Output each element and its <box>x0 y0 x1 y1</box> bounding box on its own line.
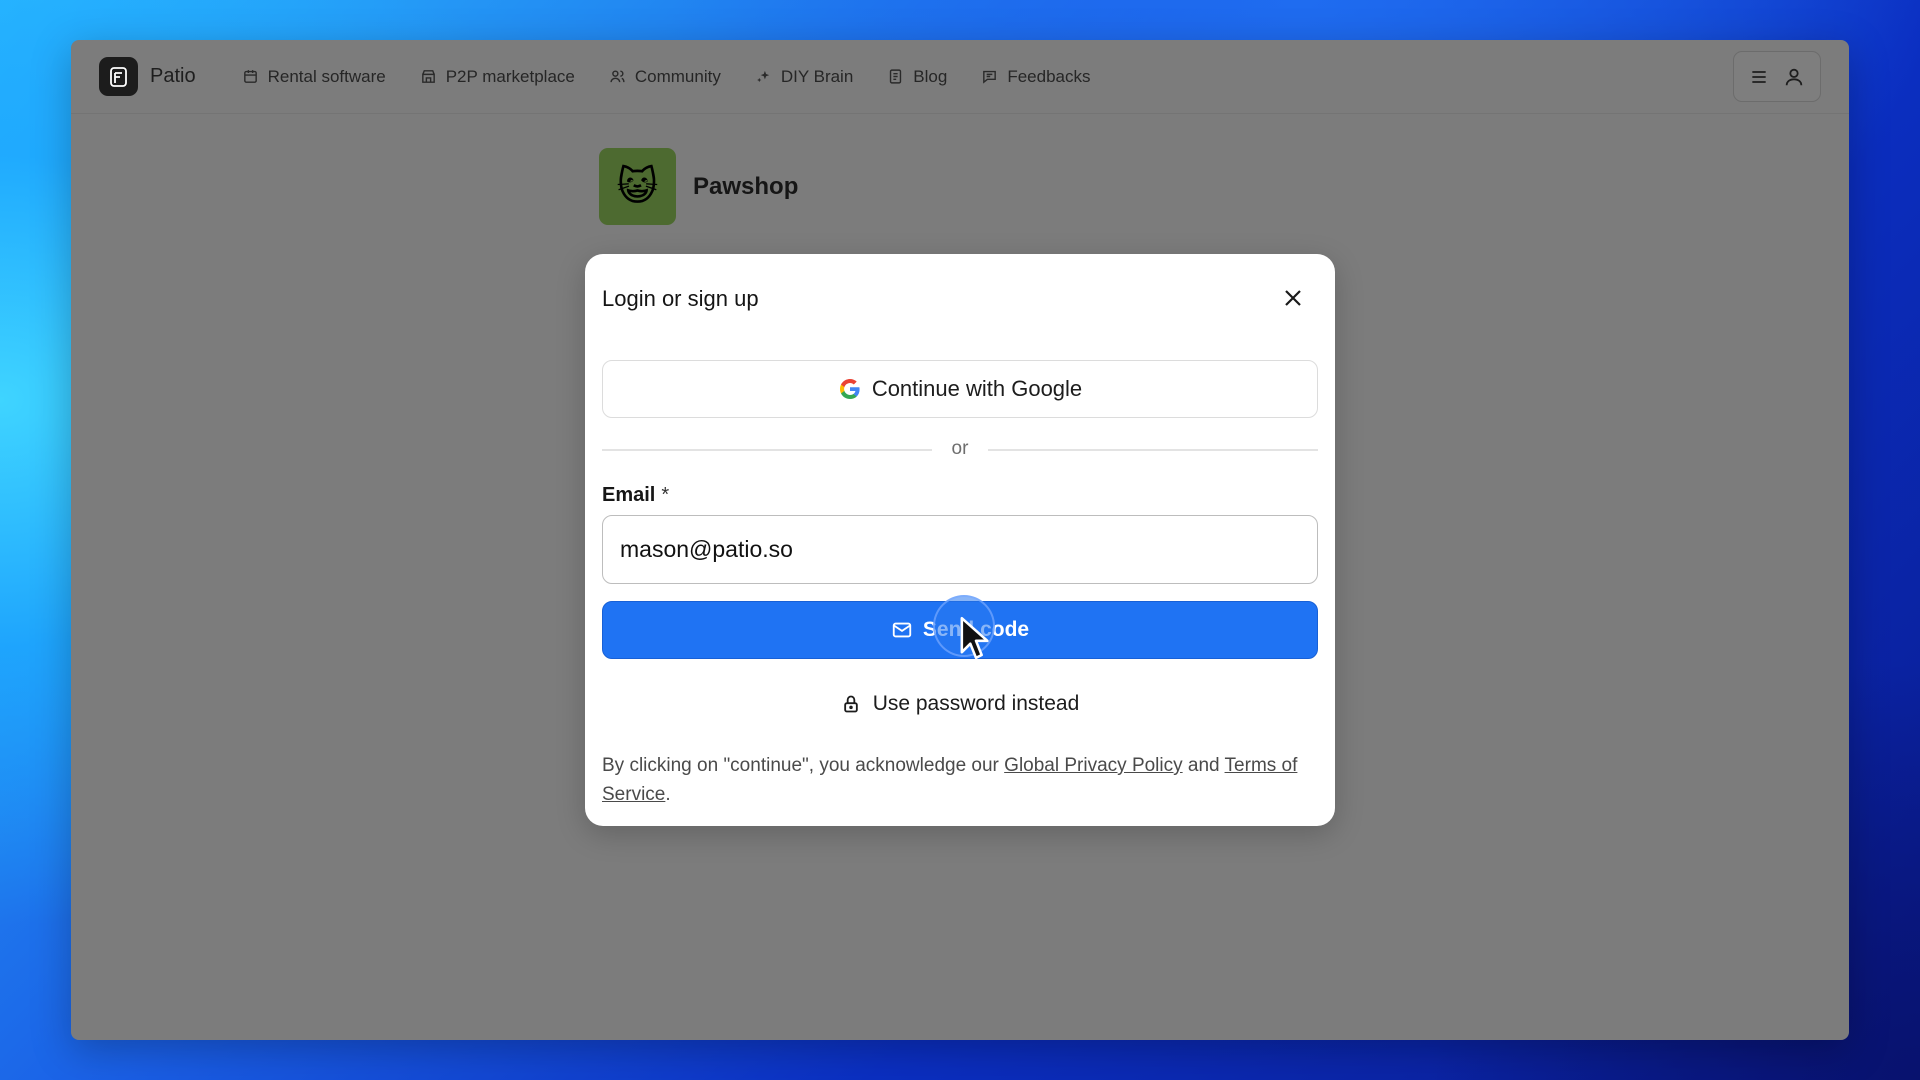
hamburger-icon <box>1752 70 1766 83</box>
document-icon <box>890 69 902 84</box>
close-icon[interactable] <box>1281 286 1305 310</box>
store-icon <box>421 70 435 83</box>
shop-header: 😺 Pawshop <box>599 148 798 225</box>
or-divider: or <box>602 438 1318 459</box>
patio-logo-icon <box>99 57 138 96</box>
privacy-policy-link[interactable]: Global Privacy Policy <box>1004 755 1182 776</box>
top-navigation-bar: Patio Rental software P2P marketplace Co… <box>71 40 1849 114</box>
modal-title: Login or sign up <box>602 286 759 311</box>
nav-item-label: Rental software <box>267 66 386 86</box>
nav-item-blog[interactable]: Blog <box>887 67 947 87</box>
account-menu-button[interactable] <box>1733 51 1821 102</box>
login-modal: Login or sign up Continue with Google or… <box>585 254 1335 826</box>
shop-name: Pawshop <box>693 172 799 200</box>
nav-item-p2p-marketplace[interactable]: P2P marketplace <box>420 67 575 87</box>
email-label: Email * <box>602 484 669 507</box>
nav-item-diy-brain[interactable]: DIY Brain <box>755 67 853 87</box>
google-button-label: Continue with Google <box>871 376 1083 401</box>
legal-suffix: . <box>665 784 671 805</box>
brand-name: Patio <box>150 65 196 87</box>
nav-item-rental-software[interactable]: Rental software <box>242 67 386 87</box>
nav-item-label: Blog <box>913 66 948 86</box>
nav-item-community[interactable]: Community <box>609 67 721 87</box>
sparkle-icon <box>756 70 770 83</box>
calendar-icon <box>243 70 257 83</box>
email-label-text: Email <box>602 484 656 506</box>
legal-prefix: By clicking on "continue", you acknowled… <box>602 755 1005 776</box>
nav-item-label: P2P marketplace <box>445 66 575 86</box>
legal-middle: and <box>1182 755 1225 776</box>
nav-item-label: Community <box>634 66 721 86</box>
legal-text: By clicking on "continue", you acknowled… <box>602 751 1318 809</box>
mouse-cursor-icon <box>960 616 989 660</box>
user-icon <box>1785 68 1803 85</box>
users-icon <box>610 70 625 83</box>
shop-avatar: 😺 <box>599 148 676 225</box>
mail-icon <box>892 622 912 638</box>
email-input[interactable] <box>602 515 1318 584</box>
continue-with-google-button[interactable]: Continue with Google <box>602 360 1318 418</box>
required-marker: * <box>661 484 670 506</box>
nav-item-feedbacks[interactable]: Feedbacks <box>981 66 1091 87</box>
main-nav: Rental software P2P marketplace Communit… <box>242 67 1091 87</box>
divider-line-right <box>988 449 1318 451</box>
message-icon <box>983 70 997 84</box>
lock-icon <box>843 695 858 713</box>
brand[interactable]: Patio <box>99 57 196 96</box>
use-password-label: Use password instead <box>872 692 1080 715</box>
nav-item-label: Feedbacks <box>1007 66 1091 86</box>
nav-item-label: DIY Brain <box>780 66 854 86</box>
google-icon <box>839 379 860 399</box>
use-password-link[interactable]: Use password instead <box>602 692 1318 716</box>
